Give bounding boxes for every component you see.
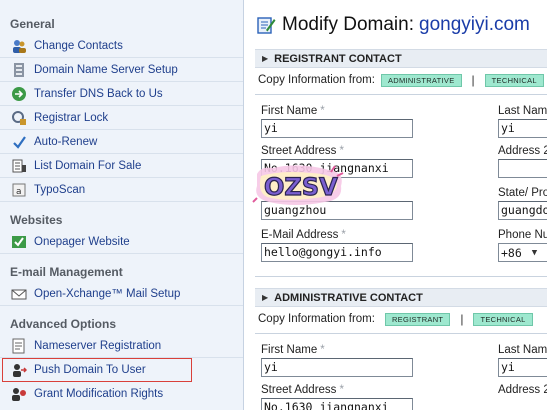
nameserver-icon: [11, 338, 27, 354]
sidebar-item-onepager[interactable]: Onepager Website: [0, 230, 243, 254]
auto-renew-icon: [11, 134, 27, 150]
phone-number-label: Phone Number: [498, 229, 547, 241]
copy-info-label: Copy Information from:: [258, 313, 375, 325]
checkmark-icon: [11, 234, 27, 250]
street-address-label: Street Address *: [261, 384, 344, 396]
typoscan-icon: a: [11, 182, 27, 198]
last-name-label: Last Name: [498, 344, 547, 356]
expand-arrow-icon: ▶: [262, 54, 269, 63]
sidebar-item-nameserver-registration[interactable]: Nameserver Registration: [0, 334, 243, 358]
registrant-contact-title: REGISTRANT CONTACT: [274, 52, 402, 65]
state-province-label: State/ Province: [498, 187, 547, 199]
section-title-email: E-mail Management: [10, 265, 123, 279]
sidebar-item-typoscan[interactable]: a TypoScan: [0, 178, 243, 202]
registrant-copy-row: Copy Information from: ADMINISTRATIVE | …: [258, 73, 544, 87]
copy-technical-button[interactable]: TECHNICAL: [484, 73, 544, 87]
section-title-general: General: [10, 17, 55, 31]
contacts-icon: [11, 38, 27, 54]
sidebar-item-label: Change Contacts: [34, 39, 123, 52]
watermark-logo: OZSV: [252, 165, 344, 205]
sidebar-item-change-contacts[interactable]: Change Contacts: [0, 34, 243, 58]
divider: [255, 276, 547, 277]
sidebar-item-label: Push Domain To User: [34, 363, 146, 376]
section-title-advanced: Advanced Options: [10, 317, 117, 331]
separator: |: [471, 73, 475, 87]
sidebar-item-open-xchange[interactable]: Open-Xchange™ Mail Setup: [0, 282, 243, 306]
first-name-field[interactable]: yi: [261, 358, 413, 377]
section-title-websites: Websites: [10, 213, 63, 227]
grant-rights-icon: [11, 386, 27, 402]
divider: [255, 333, 547, 334]
registrant-contact-header[interactable]: ▶ REGISTRANT CONTACT: [255, 49, 547, 68]
svg-text:a: a: [16, 187, 22, 197]
first-name-label: First Name *: [261, 105, 325, 117]
transfer-icon: [11, 86, 27, 102]
state-province-field[interactable]: guangdong: [498, 201, 547, 220]
email-field[interactable]: hello@gongyi.info: [261, 243, 413, 262]
expand-arrow-icon: ▶: [262, 293, 269, 302]
server-icon: [11, 62, 27, 78]
sidebar-item-dns-setup[interactable]: Domain Name Server Setup: [0, 58, 243, 82]
sidebar-item-label: Transfer DNS Back to Us: [34, 87, 163, 100]
sidebar-item-transfer-dns[interactable]: Transfer DNS Back to Us: [0, 82, 243, 106]
sidebar-item-label: Auto-Renew: [34, 135, 98, 148]
sidebar-item-label: List Domain For Sale: [34, 159, 142, 172]
copy-info-label: Copy Information from:: [258, 74, 375, 86]
street-address-field[interactable]: No.1630 jiangnanxi: [261, 398, 413, 410]
svg-text:OZSV: OZSV: [264, 173, 338, 201]
sidebar-item-label: Domain Name Server Setup: [34, 63, 178, 76]
phone-country-code-select[interactable]: +86 ▼: [498, 243, 547, 262]
page-title-text: Modify Domain:: [282, 14, 414, 35]
lock-icon: [11, 110, 27, 126]
sidebar-item-label: Registrar Lock: [34, 111, 109, 124]
sidebar-item-label: Onepager Website: [34, 235, 130, 248]
mail-icon: [11, 286, 27, 302]
first-name-field[interactable]: yi: [261, 119, 413, 138]
administrative-contact-title: ADMINISTRATIVE CONTACT: [274, 291, 423, 304]
edit-document-icon: [257, 17, 276, 34]
copy-technical-button[interactable]: TECHNICAL: [473, 312, 533, 326]
divider: [255, 94, 547, 95]
sidebar-item-label: Open-Xchange™ Mail Setup: [34, 287, 181, 300]
copy-registrant-button[interactable]: REGISTRANT: [384, 312, 451, 326]
last-name-field[interactable]: yi: [498, 119, 547, 138]
push-user-icon: [11, 362, 27, 378]
separator: |: [460, 312, 464, 326]
copy-administrative-button[interactable]: ADMINISTRATIVE: [380, 73, 462, 87]
page-title: Modify Domain: gongyiyi.com: [256, 14, 530, 36]
address-2-field[interactable]: [498, 159, 547, 178]
sidebar-item-registrar-lock[interactable]: Registrar Lock: [0, 106, 243, 130]
last-name-field[interactable]: yi: [498, 358, 547, 377]
sale-list-icon: [11, 158, 27, 174]
street-address-label: Street Address *: [261, 145, 344, 157]
sidebar-item-push-domain[interactable]: Push Domain To User: [2, 358, 192, 382]
sidebar-item-label: TypoScan: [34, 183, 86, 196]
administrative-copy-row: Copy Information from: REGISTRANT | TECH…: [258, 312, 533, 326]
sidebar-item-label: Nameserver Registration: [34, 339, 162, 352]
domain-name: gongyiyi.com: [419, 14, 530, 35]
email-label: E-Mail Address *: [261, 229, 346, 241]
chevron-down-icon: ▼: [531, 247, 538, 258]
phone-country-code-value: +86: [501, 245, 522, 260]
sidebar-item-auto-renew[interactable]: Auto-Renew: [0, 130, 243, 154]
first-name-label: First Name *: [261, 344, 325, 356]
address-2-label: Address 2: [498, 384, 547, 396]
sidebar: General Change Contacts Domain Name Serv…: [0, 0, 244, 410]
sidebar-item-label: Grant Modification Rights: [34, 388, 164, 400]
address-2-label: Address 2: [498, 145, 547, 157]
administrative-contact-header[interactable]: ▶ ADMINISTRATIVE CONTACT: [255, 288, 547, 307]
last-name-label: Last Name: [498, 105, 547, 117]
sidebar-item-grant-rights[interactable]: Grant Modification Rights: [0, 382, 243, 406]
sidebar-item-list-for-sale[interactable]: List Domain For Sale: [0, 154, 243, 178]
